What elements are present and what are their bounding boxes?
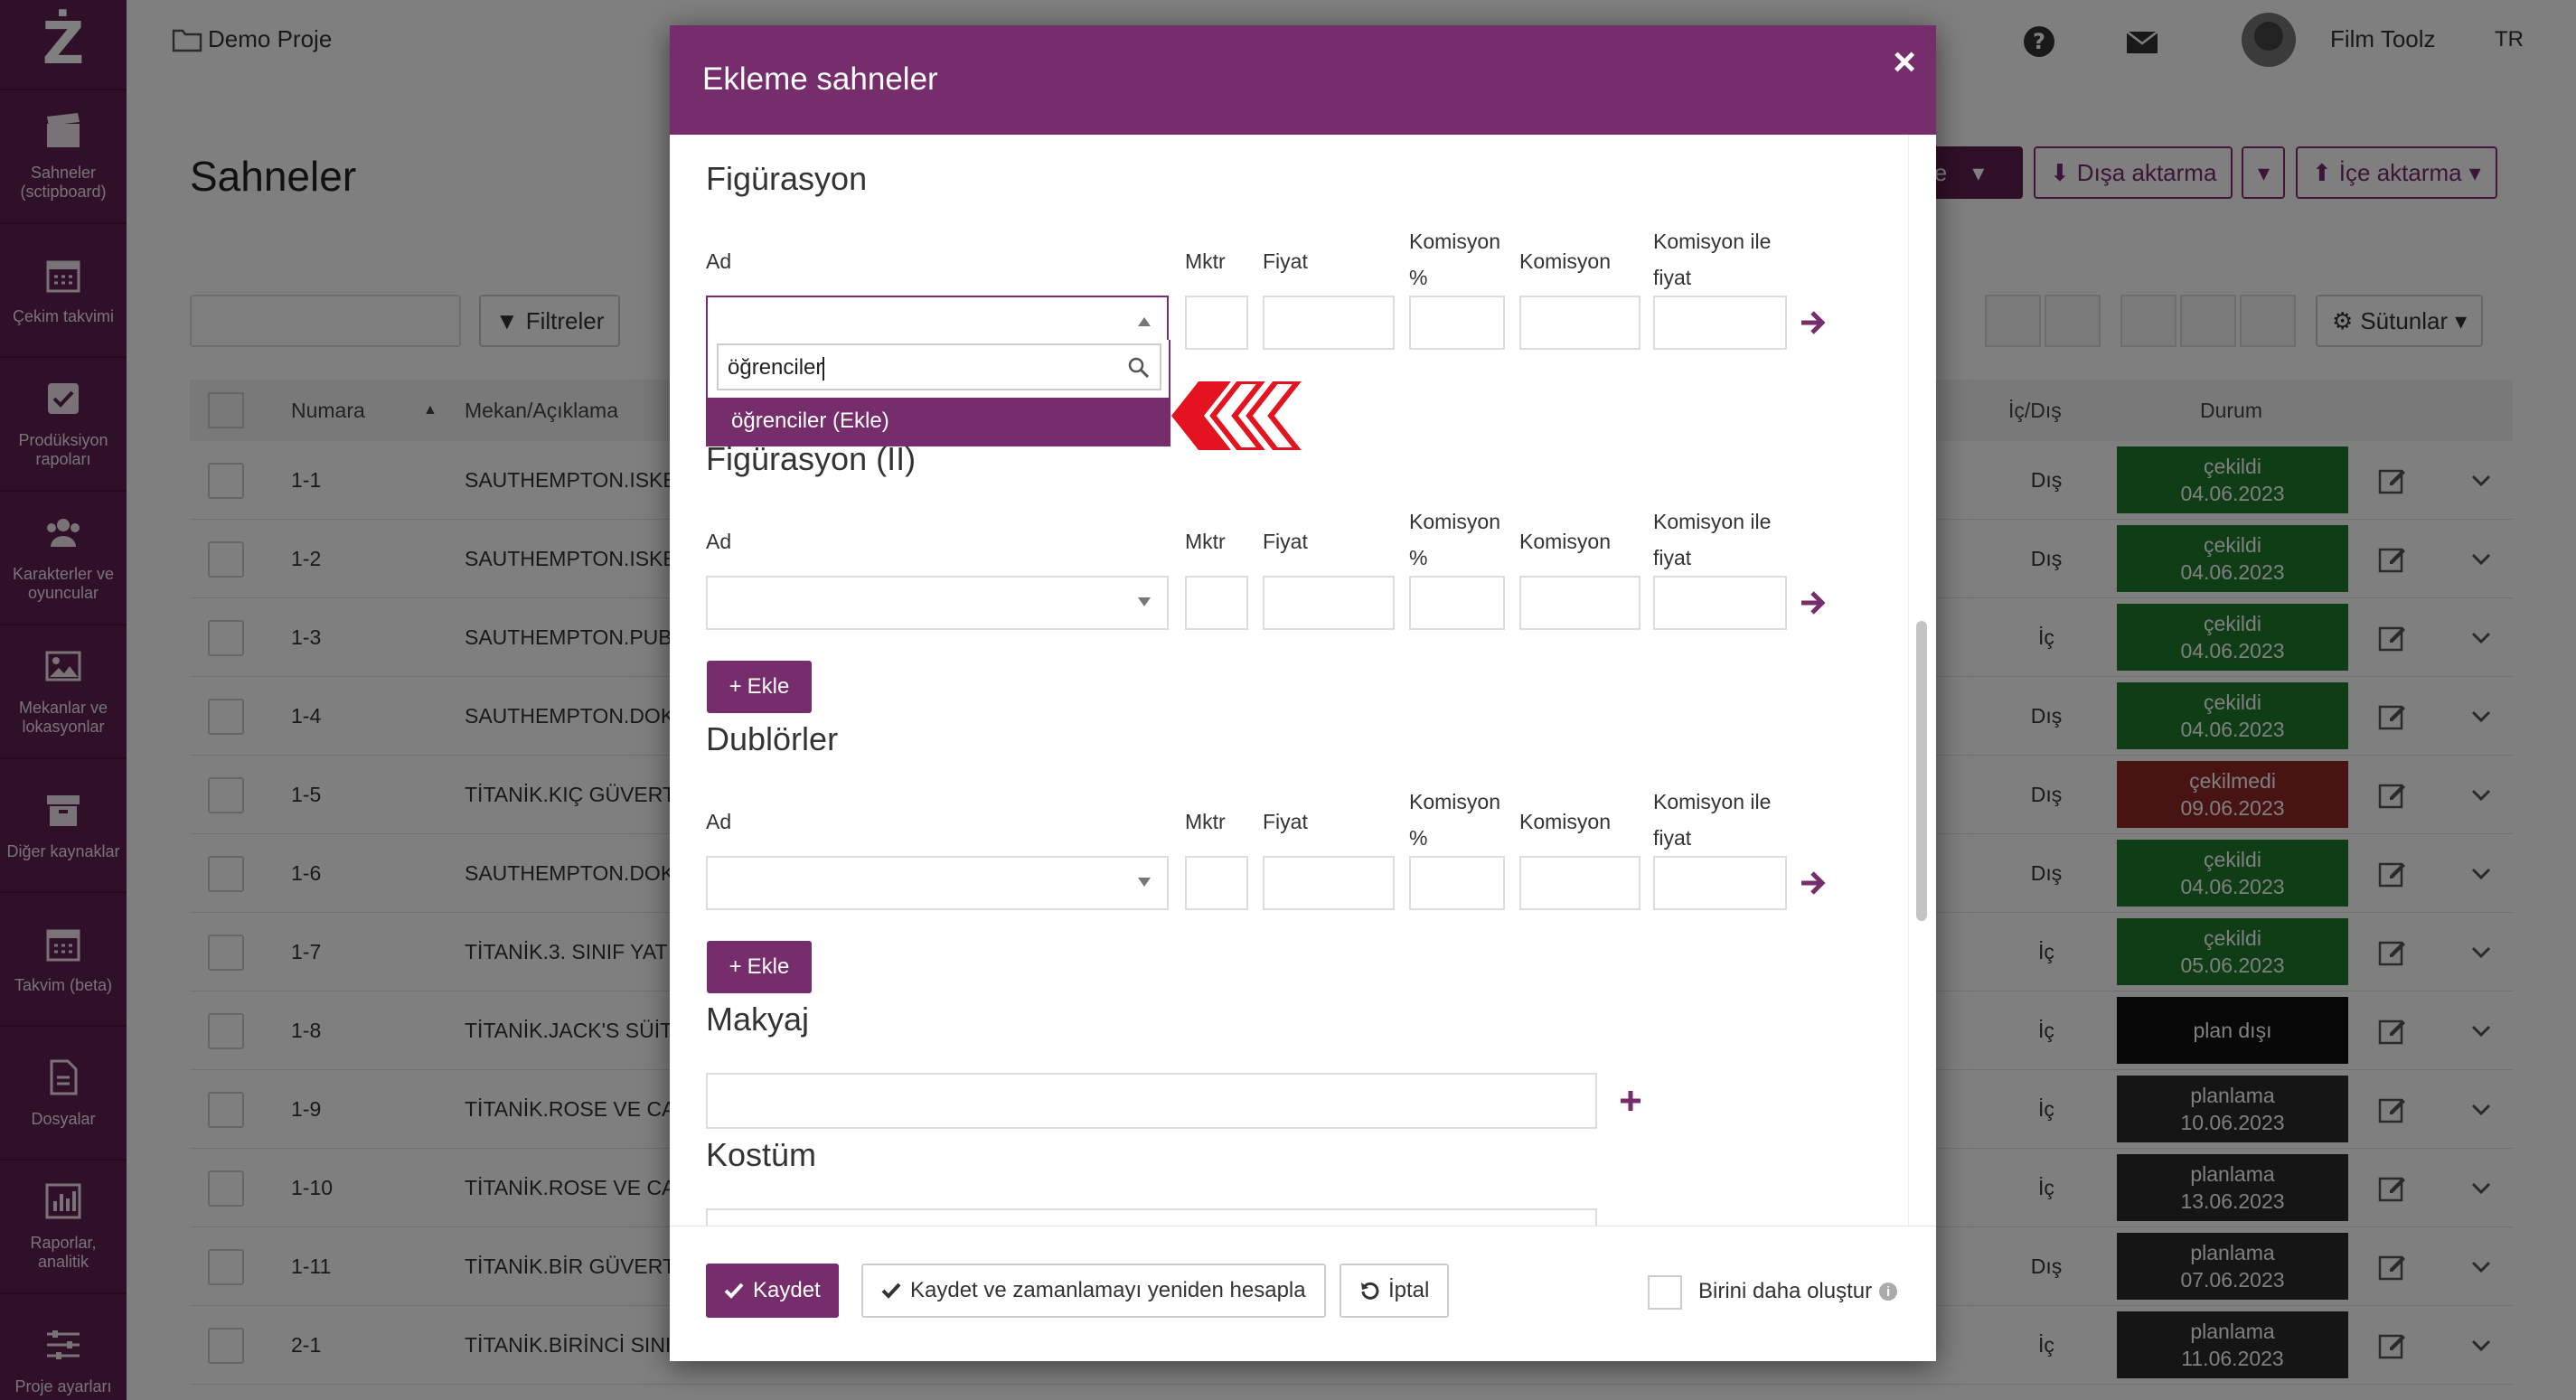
check-icon	[881, 1283, 901, 1299]
dublorler-komisyon-pct-input[interactable]	[1409, 856, 1505, 910]
dublorler-mktr-input[interactable]	[1185, 856, 1248, 910]
add-dublorler-button[interactable]: + Ekle	[707, 941, 812, 993]
col-label-komisyon-fiyat-2: fiyat	[1653, 546, 1692, 569]
col-label-komisyon-pct-sign: %	[1409, 546, 1428, 569]
col-label-fiyat: Fiyat	[1263, 530, 1308, 553]
plus-icon[interactable]	[1617, 1087, 1644, 1114]
col-label-komisyon-fiyat: Komisyon ile	[1653, 510, 1772, 533]
dropdown-option-add-new[interactable]: öğrenciler (Ekle)	[708, 398, 1169, 445]
create-another-label-wrap[interactable]: Birini daha oluştur i	[1698, 1279, 1898, 1304]
modal-body[interactable]: Figürasyon Ad Mktr Fiyat Komisyon% Komisyon K…	[670, 135, 1936, 1226]
figurasyon-dropdown-panel: öğrenciler öğrenciler (Ekle)	[706, 340, 1170, 446]
save-label: Kaydet	[753, 1278, 821, 1302]
col-label-komisyon-pct: Komisyon	[1409, 510, 1500, 533]
dropdown-search-input[interactable]: öğrenciler	[717, 343, 1161, 390]
save-button[interactable]: Kaydet	[706, 1264, 839, 1318]
text-cursor	[823, 356, 825, 381]
save-recalculate-button[interactable]: Kaydet ve zamanlamayı yeniden hesapla	[861, 1264, 1326, 1318]
figurasyon-komisyon-input[interactable]	[1519, 296, 1641, 350]
figurasyon-2-fiyat-input[interactable]	[1263, 576, 1395, 630]
figurasyon-2-name-select[interactable]	[706, 576, 1169, 630]
cancel-label: İptal	[1388, 1278, 1430, 1302]
save-recalculate-label: Kaydet ve zamanlamayı yeniden hesapla	[910, 1278, 1306, 1302]
figurasyon-mktr-input[interactable]	[1185, 296, 1248, 350]
arrow-right-icon[interactable]	[1798, 307, 1829, 338]
figurasyon-2-komisyon-pct-input[interactable]	[1409, 576, 1505, 630]
add-scenes-modal: Ekleme sahneler × Figürasyon Ad Mktr Fiyat…	[670, 25, 1936, 1361]
close-icon[interactable]: ×	[1893, 40, 1916, 85]
col-label-fiyat: Fiyat	[1263, 810, 1308, 833]
col-label-komisyon: Komisyon	[1519, 810, 1611, 833]
arrow-right-icon[interactable]	[1798, 587, 1829, 618]
caret-up-icon	[1138, 317, 1151, 326]
search-icon	[1128, 357, 1150, 379]
figurasyon-2-komisyon-fiyat-input[interactable]	[1653, 576, 1787, 630]
col-label-mktr: Mktr	[1185, 530, 1226, 553]
add-button-label: Ekle	[747, 674, 790, 699]
add-button-label: Ekle	[747, 954, 790, 979]
plus-icon: +	[729, 674, 742, 699]
figurasyon-2-mktr-input[interactable]	[1185, 576, 1248, 630]
modal-title: Ekleme sahneler	[702, 61, 938, 97]
modal-header: Ekleme sahneler ×	[670, 25, 1936, 135]
scrollbar-thumb[interactable]	[1916, 621, 1927, 921]
annotation-arrows-icon	[1171, 381, 1302, 450]
undo-icon	[1361, 1282, 1379, 1300]
col-label-komisyon-pct-sign: %	[1409, 266, 1428, 289]
modal-footer: Kaydet Kaydet ve zamanlamayı yeniden hes…	[670, 1226, 1936, 1361]
section-title-kostum: Kostüm	[706, 1136, 817, 1173]
col-label-komisyon: Komisyon	[1519, 530, 1611, 553]
col-label-ad: Ad	[706, 530, 732, 553]
col-label-ad: Ad	[706, 810, 732, 833]
plus-icon: +	[729, 954, 742, 979]
col-label-ad: Ad	[706, 249, 732, 273]
caret-down-icon	[1138, 597, 1151, 606]
caret-down-icon	[1138, 878, 1151, 887]
col-label-komisyon-fiyat-2: fiyat	[1653, 826, 1692, 850]
col-label-komisyon-fiyat: Komisyon ile	[1653, 790, 1772, 813]
create-another-checkbox[interactable]	[1648, 1275, 1682, 1310]
dropdown-search-text: öğrenciler	[728, 355, 823, 380]
dublorler-komisyon-input[interactable]	[1519, 856, 1641, 910]
col-label-komisyon-pct: Komisyon	[1409, 790, 1500, 813]
dublorler-fiyat-input[interactable]	[1263, 856, 1395, 910]
cancel-button[interactable]: İptal	[1340, 1264, 1450, 1318]
figurasyon-komisyon-pct-input[interactable]	[1409, 296, 1505, 350]
kostum-input[interactable]	[706, 1208, 1597, 1226]
figurasyon-fiyat-input[interactable]	[1263, 296, 1395, 350]
col-label-komisyon-fiyat-2: fiyat	[1653, 266, 1692, 289]
section-title-figurasyon: Figürasyon	[706, 160, 868, 197]
col-label-komisyon-fiyat: Komisyon ile	[1653, 230, 1772, 253]
add-figurasyon-2-button[interactable]: + Ekle	[707, 661, 812, 713]
check-icon	[724, 1283, 744, 1299]
figurasyon-2-komisyon-input[interactable]	[1519, 576, 1641, 630]
section-title-makyaj: Makyaj	[706, 1001, 810, 1038]
dublorler-komisyon-fiyat-input[interactable]	[1653, 856, 1787, 910]
section-title-dublorler: Dublörler	[706, 720, 839, 757]
col-label-komisyon-pct: Komisyon	[1409, 230, 1500, 253]
arrow-right-icon[interactable]	[1798, 868, 1829, 898]
dublorler-name-select[interactable]	[706, 856, 1169, 910]
info-icon[interactable]: i	[1879, 1283, 1898, 1301]
col-label-komisyon: Komisyon	[1519, 249, 1611, 273]
col-label-mktr: Mktr	[1185, 810, 1226, 833]
create-another-label: Birini daha oluştur	[1698, 1279, 1873, 1303]
col-label-komisyon-pct-sign: %	[1409, 826, 1428, 850]
col-label-fiyat: Fiyat	[1263, 249, 1308, 273]
makyaj-input[interactable]	[706, 1073, 1597, 1129]
col-label-mktr: Mktr	[1185, 249, 1226, 273]
figurasyon-komisyon-fiyat-input[interactable]	[1653, 296, 1787, 350]
